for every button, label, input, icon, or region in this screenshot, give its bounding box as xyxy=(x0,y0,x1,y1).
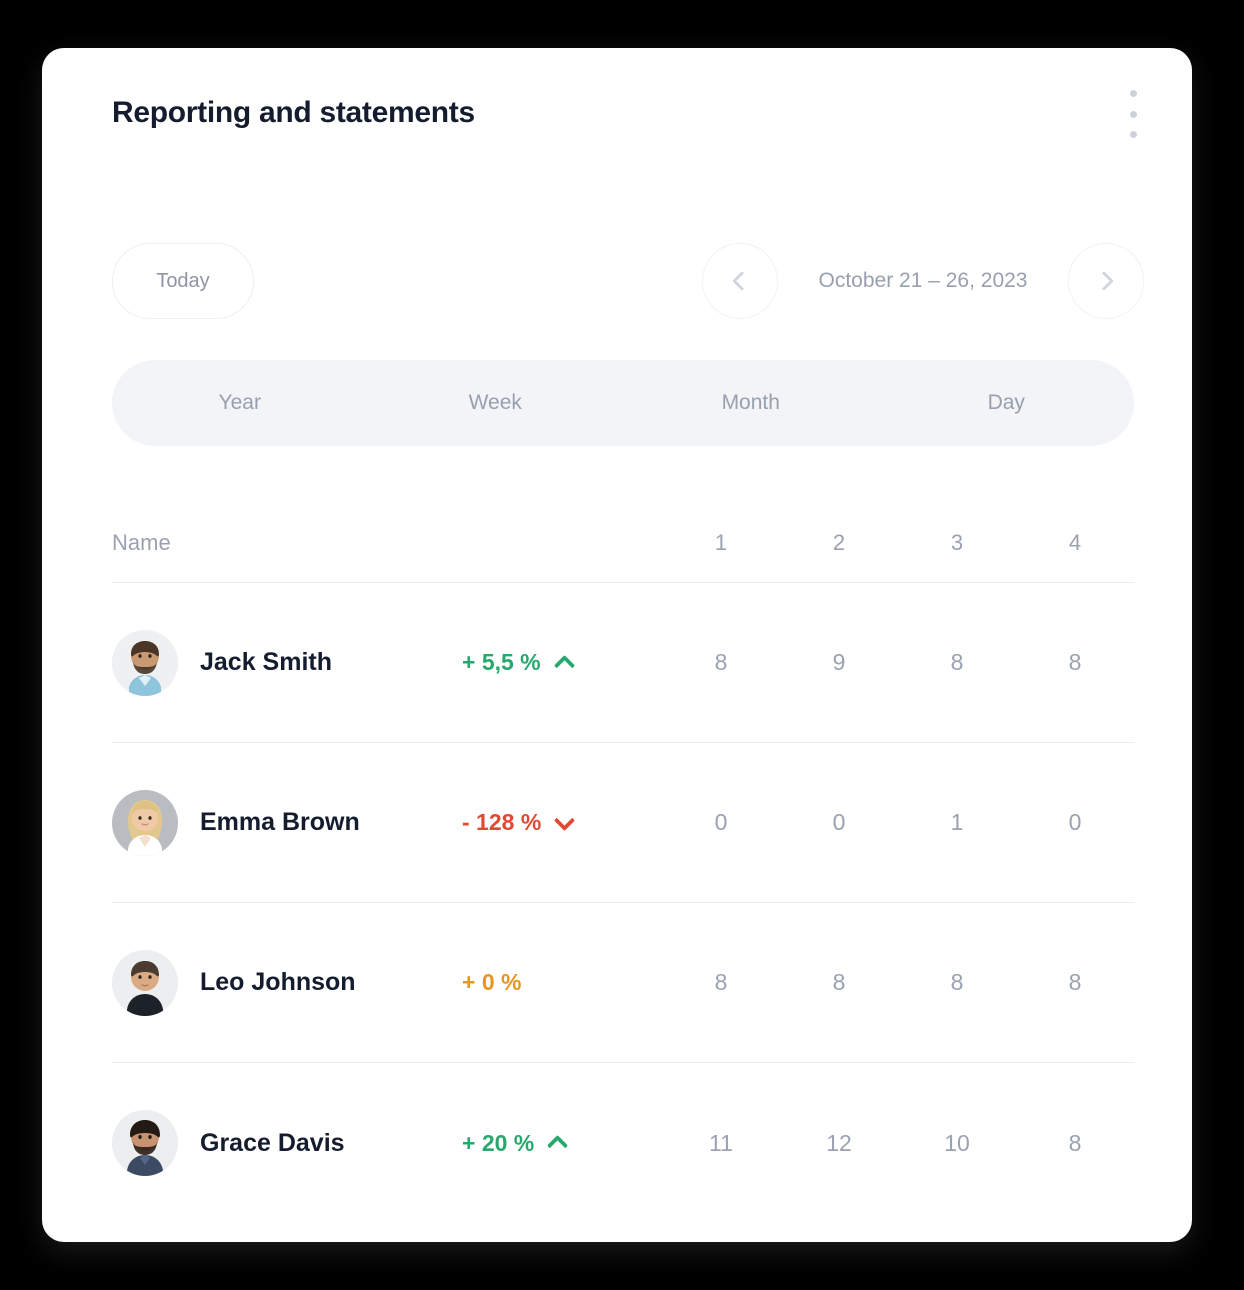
value-cell-4: 0 xyxy=(1068,809,1082,835)
card-header: Reporting and statements xyxy=(42,48,1192,168)
delta-cell: + 0 % xyxy=(462,969,662,996)
period-tabs: Year Week Month Day xyxy=(112,360,1134,446)
delta-value: + 0 % xyxy=(462,969,522,995)
value-cell-2: 8 xyxy=(832,969,846,995)
person-name: Emma Brown xyxy=(200,808,360,836)
value-cell-3: 8 xyxy=(950,649,964,675)
value-cell-1: 11 xyxy=(709,1129,733,1156)
person-name: Jack Smith xyxy=(200,648,333,676)
chevron-right-icon xyxy=(1094,271,1114,291)
value-cell-3: 1 xyxy=(950,809,964,835)
chevron-up-icon xyxy=(547,1134,569,1157)
reporting-card: Reporting and statements Today October 2… xyxy=(42,48,1192,1242)
column-header-2: 2 xyxy=(832,529,846,555)
prev-period-button[interactable] xyxy=(702,243,778,319)
column-header-name: Name xyxy=(112,529,171,555)
tab-year[interactable]: Year xyxy=(112,391,368,415)
value-cell-4: 8 xyxy=(1068,1129,1082,1156)
name-cell: Leo Johnson xyxy=(112,949,462,1016)
table-header-row: Name 1 2 3 4 xyxy=(112,503,1134,583)
next-period-button[interactable] xyxy=(1068,243,1144,319)
column-header-4: 4 xyxy=(1068,529,1082,555)
value-cell-4: 8 xyxy=(1068,649,1082,675)
value-cell-3: 10 xyxy=(944,1129,970,1156)
table-row[interactable]: Leo Johnson + 0 % 8 8 8 8 xyxy=(112,903,1134,1063)
delta-cell: + 20 % xyxy=(462,1130,662,1157)
table-row[interactable]: Emma Brown - 128 % 0 0 1 0 xyxy=(112,743,1134,903)
person-name: Grace Davis xyxy=(200,1128,345,1157)
name-cell: Emma Brown xyxy=(112,789,462,856)
value-cell-1: 0 xyxy=(714,809,728,835)
value-cell-1: 8 xyxy=(714,649,728,675)
kebab-dot xyxy=(1129,90,1137,97)
date-bar: Today October 21 – 26, 2023 xyxy=(42,243,1192,333)
today-button[interactable]: Today xyxy=(112,243,254,319)
value-cell-1: 8 xyxy=(714,969,728,995)
kebab-dot xyxy=(1129,131,1137,138)
name-cell: Jack Smith xyxy=(112,629,462,696)
kebab-dot xyxy=(1129,110,1137,118)
delta-cell: + 5,5 % xyxy=(462,649,662,676)
column-header-1: 1 xyxy=(714,529,728,555)
delta-value: + 20 % xyxy=(462,1129,535,1156)
avatar xyxy=(112,789,178,856)
date-range-label: October 21 – 26, 2023 xyxy=(818,269,1028,292)
avatar xyxy=(112,949,178,1016)
kebab-vertical-icon[interactable] xyxy=(1120,90,1146,138)
name-cell: Grace Davis xyxy=(112,1110,462,1176)
avatar xyxy=(112,1110,178,1176)
tab-week[interactable]: Week xyxy=(368,391,624,415)
delta-cell: - 128 % xyxy=(462,809,662,836)
screen: Reporting and statements Today October 2… xyxy=(0,0,1244,1290)
tab-month[interactable]: Month xyxy=(623,391,879,415)
value-cell-3: 8 xyxy=(950,969,964,995)
today-button-label: Today xyxy=(156,269,210,292)
chevron-down-icon xyxy=(554,809,576,831)
delta-value: - 128 % xyxy=(462,809,542,835)
date-navigation: October 21 – 26, 2023 xyxy=(702,243,1144,319)
value-cell-2: 9 xyxy=(832,649,846,675)
page-title: Reporting and statements xyxy=(112,96,475,129)
avatar xyxy=(112,629,178,696)
reporting-table: Name 1 2 3 4 Jack Smith + 5,5 % 8 9 8 8 … xyxy=(112,503,1134,1223)
value-cell-4: 8 xyxy=(1068,969,1082,995)
tab-day[interactable]: Day xyxy=(879,391,1135,415)
chevron-up-icon xyxy=(553,654,575,676)
delta-value: + 5,5 % xyxy=(462,649,541,675)
person-name: Leo Johnson xyxy=(200,968,356,996)
table-row[interactable]: Jack Smith + 5,5 % 8 9 8 8 xyxy=(112,583,1134,743)
column-header-3: 3 xyxy=(950,529,964,555)
chevron-left-icon xyxy=(732,271,752,291)
value-cell-2: 0 xyxy=(832,809,846,835)
table-row[interactable]: Grace Davis + 20 % 11 12 10 8 xyxy=(112,1063,1134,1223)
value-cell-2: 12 xyxy=(826,1129,852,1156)
